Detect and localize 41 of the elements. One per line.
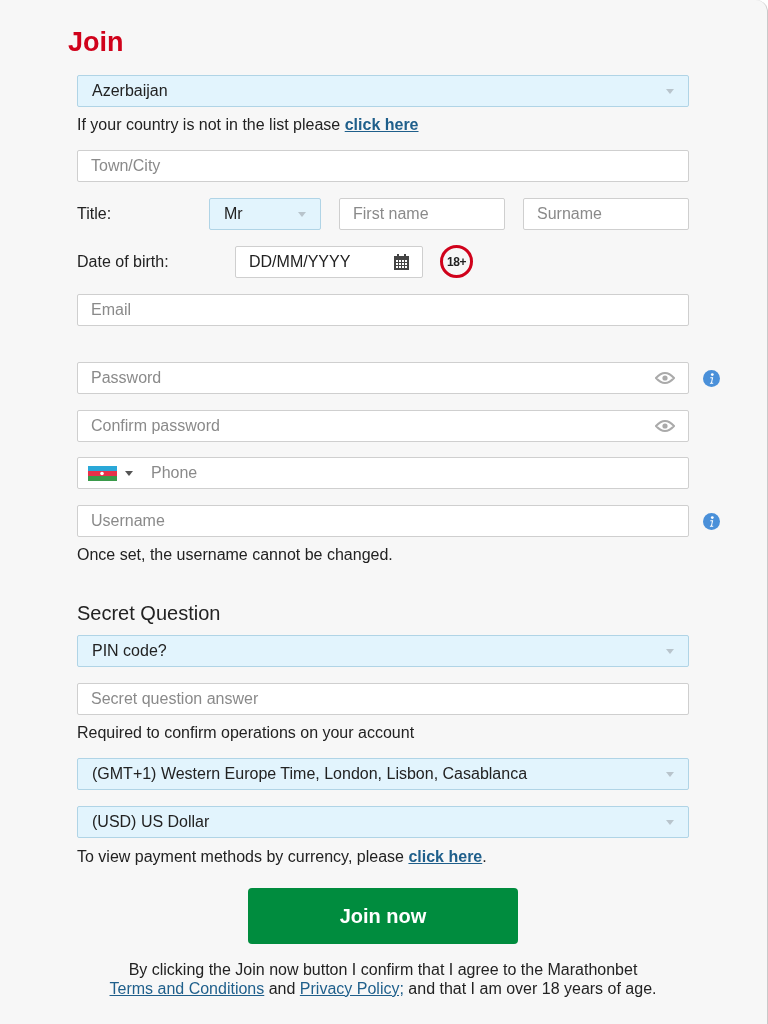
caret-icon (666, 819, 674, 825)
country-note: If your country is not in the list please click here (77, 116, 420, 134)
title-select[interactable]: Mr (209, 198, 321, 230)
confirm-password-field[interactable]: Confirm password (77, 410, 689, 442)
caret-icon[interactable] (125, 471, 133, 476)
currency-note: To view payment methods by currency, please click here. (77, 848, 488, 866)
info-icon[interactable] (703, 512, 720, 530)
caret-icon (666, 88, 674, 94)
click-here-link[interactable]: click here (408, 848, 483, 865)
country-select[interactable]: Azerbaijan (77, 75, 689, 107)
surname-field[interactable]: Surname (523, 198, 689, 230)
eye-icon[interactable] (655, 420, 675, 432)
click-here-link[interactable]: click here (344, 116, 419, 133)
terms-text: By clicking the Join now button I confirm that I agree to the Marathonbet Terms and Conditions and Privacy Policy; and that I am over 18 years of age. (108, 960, 658, 998)
username-note: Once set, the username cannot be changed. (77, 546, 394, 564)
secret-note: Required to confirm operations on your account (77, 724, 416, 742)
info-icon[interactable] (703, 369, 720, 387)
caret-icon (666, 771, 674, 777)
username-field[interactable]: Username (77, 505, 689, 537)
date-field[interactable]: DD/MM/YYYY (235, 245, 423, 278)
join-now-button[interactable]: Join now (248, 888, 518, 944)
age-badge: 18+ (440, 245, 473, 278)
email-field[interactable]: Email (77, 294, 689, 326)
page-title: Join (68, 26, 125, 58)
caret-icon (298, 211, 306, 217)
eye-icon[interactable] (655, 372, 675, 384)
password-field[interactable]: Password (77, 362, 689, 394)
title-label: Title: (77, 205, 113, 223)
flag-icon[interactable] (88, 466, 117, 481)
secret-answer-field[interactable]: Secret question answer (77, 683, 689, 715)
currency-select[interactable]: (USD) US Dollar (77, 806, 689, 838)
timezone-select[interactable]: (GMT+1) Western Europe Time, London, Lisbon, Casablanca (77, 758, 689, 790)
caret-icon (666, 648, 674, 654)
first-name-field[interactable]: First name (339, 198, 505, 230)
terms-link[interactable]: Terms and Conditions (109, 980, 265, 997)
section-heading: Secret Question (77, 601, 222, 625)
phone-field[interactable]: Phone (77, 457, 689, 489)
town-field[interactable]: Town/City (77, 150, 689, 182)
secret-question-select[interactable]: PIN code? (77, 635, 689, 667)
date-of-birth-label: Date of birth: (77, 252, 170, 271)
privacy-policy-link[interactable]: Privacy Policy; (299, 980, 404, 997)
